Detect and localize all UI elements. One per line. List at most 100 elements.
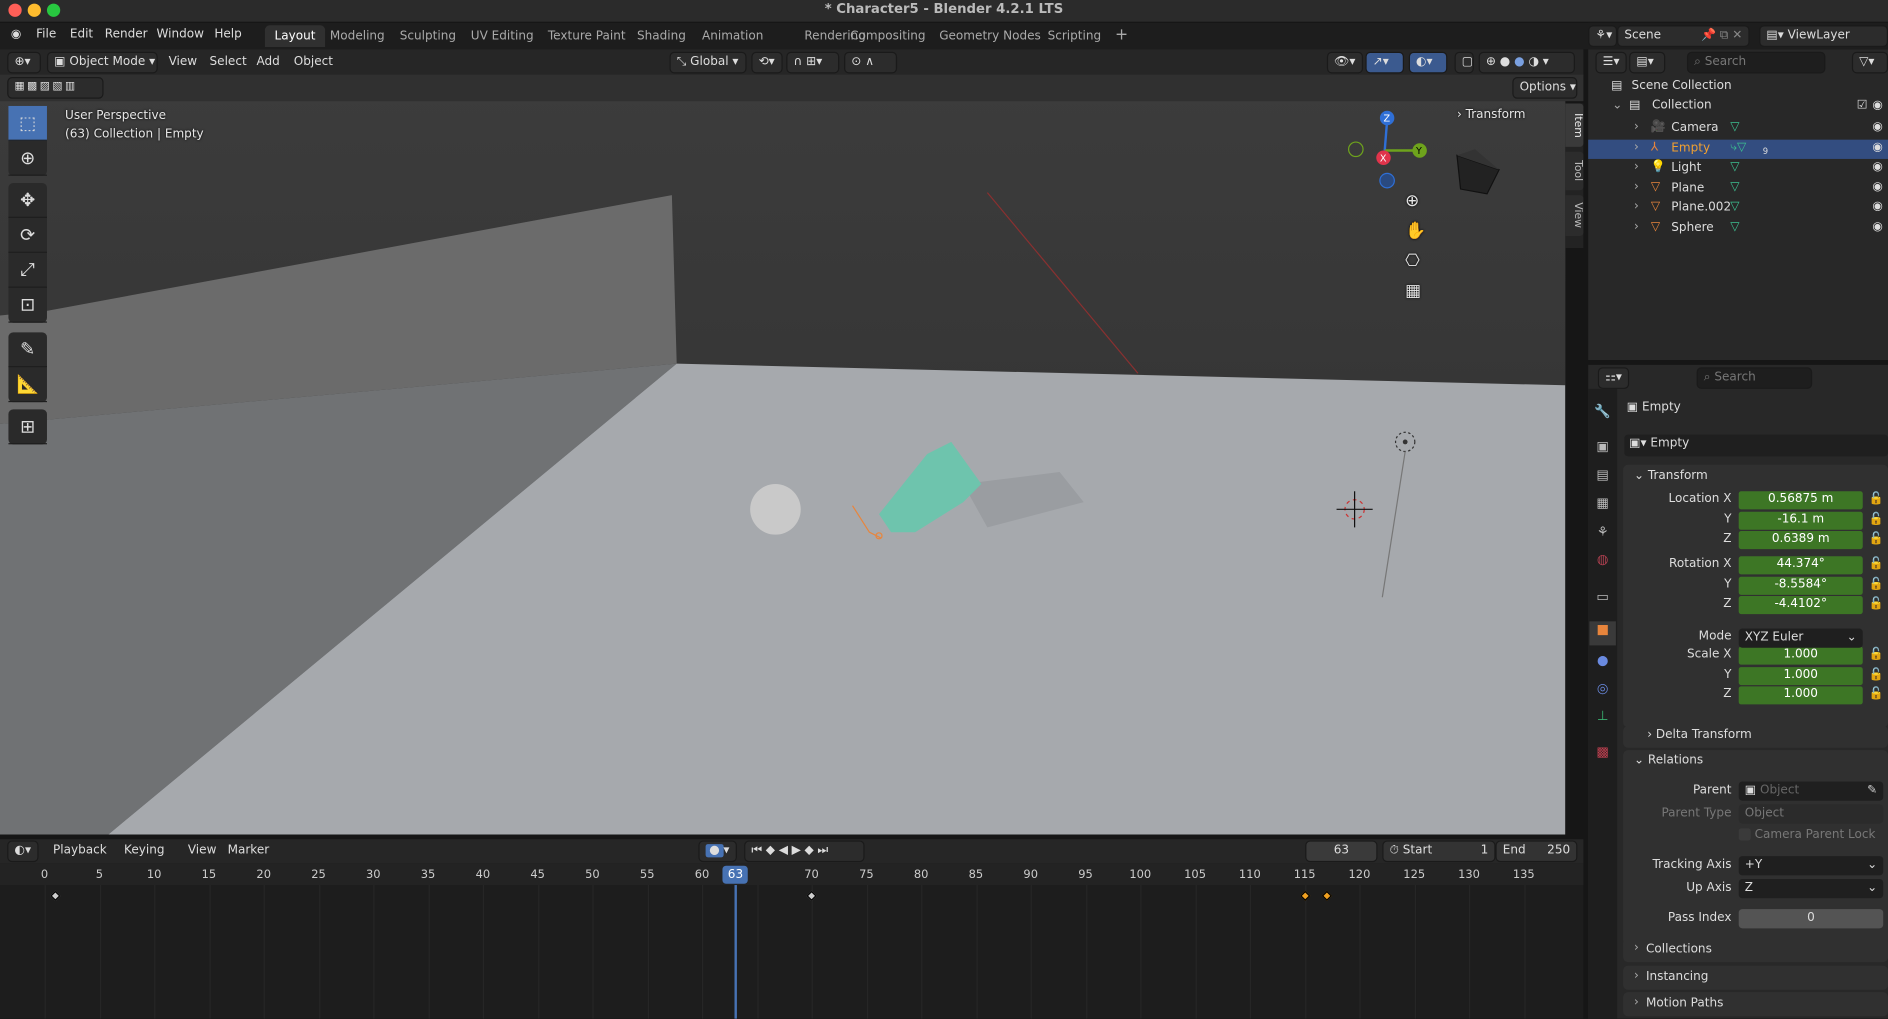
xray-toggle[interactable]: ▢ (1454, 51, 1474, 74)
outliner-filter-type[interactable]: ▤▾ (1629, 51, 1666, 74)
eye-icon[interactable]: ◉ (1872, 120, 1883, 133)
stopwatch-icon[interactable]: ⏱ (1390, 844, 1403, 857)
lock-icon[interactable]: 🔓 (1869, 557, 1884, 570)
next-keyframe-icon[interactable]: ◆ (804, 844, 817, 857)
collection-tab-icon[interactable]: ▭ (1594, 589, 1611, 606)
menu-help[interactable]: Help (214, 28, 241, 41)
overlay-toggle[interactable]: ◐▾ (1408, 51, 1448, 74)
panel-instancing[interactable]: › Instancing (1623, 965, 1888, 990)
data-icon[interactable]: ▽ (1730, 160, 1739, 173)
lock-icon[interactable]: 🔓 (1869, 492, 1884, 505)
timeline-menu-view[interactable]: View (188, 844, 217, 857)
object-name-field[interactable]: ▣▾ Empty (1624, 434, 1888, 457)
outliner-item-plane[interactable]: › ▽ Plane ▽ ◉ (1588, 179, 1888, 198)
tab-shading[interactable]: Shading (627, 25, 695, 47)
proportional-edit-toggle[interactable]: ⊙ ∧ (844, 51, 898, 74)
physics-tab-icon[interactable]: ● (1594, 653, 1611, 670)
tool-annotate-icon[interactable]: ✎ (8, 332, 47, 368)
scale-y-field[interactable]: 1.000 (1738, 666, 1863, 685)
outliner-item-sphere[interactable]: › ▽ Sphere ▽ ◉ (1588, 219, 1888, 238)
menu-edit[interactable]: Edit (70, 28, 93, 41)
eye-icon[interactable]: ◉ (1872, 99, 1883, 112)
tool-add-cube-icon[interactable]: ⊞ (8, 409, 47, 445)
snap-toggle[interactable]: ∩ ⊞▾ (786, 51, 840, 74)
panel-collections[interactable]: › Collections (1623, 937, 1888, 963)
scale-x-field[interactable]: 1.000 (1738, 646, 1863, 665)
viewport-menu-add[interactable]: Add (256, 55, 279, 68)
eye-icon[interactable]: ◉ (1872, 200, 1883, 213)
gizmo-toggle[interactable]: ↗▾ (1365, 51, 1404, 74)
location-y-field[interactable]: -16.1 m (1738, 511, 1863, 530)
visibility-dropdown[interactable]: 👁▾ (1326, 51, 1364, 74)
camera-parent-lock-checkbox[interactable]: Camera Parent Lock (1738, 828, 1876, 842)
mode-dropdown[interactable]: ▣ Object Mode ▾ (46, 51, 158, 74)
selection-mode-buttons[interactable]: ▦▩▨▧▥ (7, 77, 104, 99)
options-dropdown[interactable]: Options ▾ (1512, 77, 1578, 99)
scene-selector[interactable]: Scene 📌 ⧉ ✕ (1617, 25, 1750, 47)
shading-buttons[interactable]: ⊕ ● ● ◑ ▾ (1478, 51, 1575, 74)
chevron-right-icon[interactable]: › (1634, 120, 1639, 133)
outliner-search[interactable]: ⌕ Search (1686, 51, 1826, 74)
texture-tab-icon[interactable]: ▩ (1594, 744, 1611, 761)
menu-window[interactable]: Window (157, 28, 204, 41)
outliner-item-plane002[interactable]: › ▽ Plane.002 ▽ ◉ (1588, 199, 1888, 218)
tab-scripting[interactable]: Scripting (1038, 25, 1111, 47)
current-frame-field[interactable]: 63 (1305, 840, 1378, 863)
menu-render[interactable]: Render (105, 28, 148, 41)
lock-icon[interactable]: 🔓 (1869, 668, 1884, 681)
chevron-right-icon[interactable]: › (1634, 160, 1639, 173)
playhead-line[interactable] (734, 885, 738, 1019)
outliner-item-light[interactable]: › 💡 Light ▽ ◉ (1588, 159, 1888, 178)
chevron-right-icon[interactable]: › (1634, 200, 1639, 213)
prev-keyframe-icon[interactable]: ◆ (766, 844, 779, 857)
blender-logo-icon[interactable]: ◉ (11, 28, 22, 41)
hand-pan-icon[interactable]: ✋ (1405, 222, 1426, 241)
tool-rotate-icon[interactable]: ⟳ (8, 218, 47, 253)
up-axis-dropdown[interactable]: Z ⌄ (1738, 878, 1884, 899)
zoom-icon[interactable]: ⊕ (1405, 191, 1419, 210)
tool-transform-icon[interactable]: ⊡ (8, 288, 47, 323)
tool-select-box-icon[interactable]: ⬚ (8, 105, 47, 141)
tab-geometry-nodes[interactable]: Geometry Nodes (930, 25, 1051, 47)
orientation-dropdown[interactable]: ⤡ Global ▾ (669, 51, 747, 74)
menu-file[interactable]: File (36, 28, 56, 41)
pass-index-field[interactable]: 0 (1738, 909, 1884, 929)
object-tab-icon[interactable]: ■ (1589, 621, 1616, 646)
tool-scale-icon[interactable]: ⤢ (8, 253, 47, 288)
outliner-item-empty[interactable]: › ⅄ Empty ⤷▽ 9 ◉ (1588, 139, 1888, 159)
perspective-grid-icon[interactable]: ▦ (1405, 282, 1421, 301)
jump-end-icon[interactable]: ⏭ (817, 844, 831, 857)
tab-modeling[interactable]: Modeling (320, 25, 394, 47)
outliner-filter-button[interactable]: ▽▾ (1851, 51, 1888, 74)
properties-editor-type[interactable]: ⚏▾ (1597, 367, 1630, 389)
play-reverse-icon[interactable]: ◀ (779, 844, 792, 857)
lock-icon[interactable]: 🔓 (1869, 532, 1884, 545)
timeline-editor-type[interactable]: ◐▾ (7, 840, 39, 863)
data-icon[interactable]: ▽ (1730, 180, 1739, 193)
rotation-y-field[interactable]: -8.5584° (1738, 576, 1863, 595)
data-icon[interactable]: ▽ (1730, 120, 1739, 133)
lock-icon[interactable]: 🔓 (1869, 597, 1884, 610)
tab-uv-editing[interactable]: UV Editing (461, 25, 543, 47)
chevron-right-icon[interactable]: › (1634, 180, 1639, 193)
rotation-x-field[interactable]: 44.374° (1738, 556, 1863, 575)
lock-icon[interactable]: 🔓 (1869, 648, 1884, 661)
navigation-gizmo[interactable]: Z Y X (1343, 106, 1433, 190)
view-layer-selector[interactable]: ▤▾ ViewLayer (1759, 25, 1888, 47)
data-icon[interactable]: ▽ (1730, 200, 1739, 213)
viewport-menu-view[interactable]: View (169, 55, 198, 68)
viewport-menu-select[interactable]: Select (210, 55, 247, 68)
output-tab-icon[interactable]: ▤ (1594, 467, 1611, 484)
rotation-z-field[interactable]: -4.4102° (1738, 596, 1863, 615)
scene-icon[interactable]: ⚘▾ (1588, 25, 1618, 47)
scene-collection-row[interactable]: ▤ Scene Collection (1588, 79, 1888, 98)
transform-header[interactable]: ⌄ Transform (1634, 470, 1708, 483)
tool-tab-icon[interactable]: 🔧 (1594, 403, 1611, 420)
relations-header[interactable]: ⌄ Relations (1634, 754, 1703, 767)
viewport-menu-object[interactable]: Object (294, 55, 333, 68)
outliner-item-camera[interactable]: › 🎥 Camera ▽ ◉ (1588, 119, 1888, 138)
data-icon[interactable]: ▽ (1730, 220, 1739, 233)
properties-search[interactable]: ⌕ Search (1696, 367, 1813, 389)
tab-compositing[interactable]: Compositing (840, 25, 935, 47)
eyedropper-icon[interactable]: ✎ (1867, 784, 1877, 797)
